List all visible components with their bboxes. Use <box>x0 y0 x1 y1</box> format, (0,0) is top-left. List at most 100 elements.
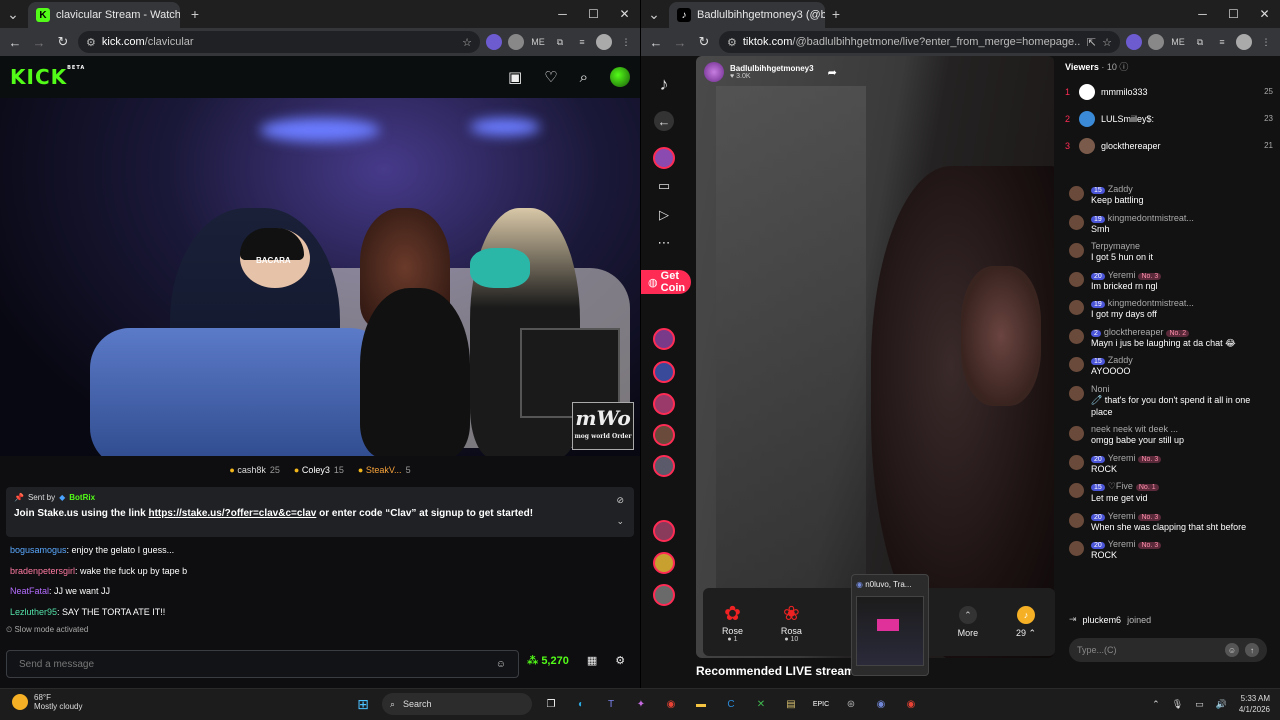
bookmark-star-icon[interactable]: ☆ <box>1102 36 1112 49</box>
avatar[interactable] <box>1069 541 1084 556</box>
comment-username[interactable]: Yeremi <box>1108 270 1136 280</box>
open-in-app-icon[interactable]: ⇱ <box>1087 36 1096 49</box>
copilot-icon[interactable]: ✦ <box>630 693 652 715</box>
app-c-icon[interactable]: C <box>720 693 742 715</box>
following-icon[interactable]: ▣ <box>508 68 522 86</box>
minimize-icon[interactable]: ─ <box>547 0 578 28</box>
expand-chevron-icon[interactable]: ⌄ <box>616 516 624 527</box>
minimize-icon[interactable]: ─ <box>1187 0 1218 28</box>
network-icon[interactable]: ▭ <box>1195 699 1204 710</box>
file-explorer-icon[interactable]: ▬ <box>690 693 712 715</box>
reload-icon[interactable]: ↻ <box>695 33 713 51</box>
comment-username[interactable]: Terpymayne <box>1091 241 1140 251</box>
teams-icon[interactable]: T <box>600 693 622 715</box>
app-icon[interactable]: ▤ <box>780 693 802 715</box>
new-tab-icon[interactable]: + <box>186 5 204 23</box>
play-icon[interactable]: ▷ <box>654 205 674 225</box>
avatar[interactable] <box>1069 186 1084 201</box>
task-view-icon[interactable]: ❐ <box>540 693 562 715</box>
discord-icon[interactable]: ◉ <box>870 693 892 715</box>
gift-icon[interactable]: ▦ <box>587 654 597 667</box>
comment-username[interactable]: Noni <box>1091 384 1110 394</box>
comment-username[interactable]: Yeremi <box>1108 453 1136 463</box>
site-info-icon[interactable]: ⚙ <box>727 36 737 49</box>
new-tab-icon[interactable]: + <box>827 5 845 23</box>
extensions-puzzle-icon[interactable]: ⧉ <box>552 34 568 50</box>
comment-username[interactable]: Zaddy <box>1108 184 1133 194</box>
volume-icon[interactable]: 🔊 <box>1216 699 1227 710</box>
reload-icon[interactable]: ↻ <box>54 33 72 51</box>
tray-chevron-icon[interactable]: ⌃ <box>1152 699 1160 710</box>
extension-icon[interactable] <box>486 34 502 50</box>
profile-avatar[interactable] <box>596 34 612 50</box>
tab-search-icon[interactable]: ⌄ <box>645 5 663 23</box>
avatar[interactable] <box>1069 300 1084 315</box>
avatar[interactable] <box>1069 454 1084 470</box>
clock[interactable]: 5:33 AM 4/1/2026 <box>1239 693 1270 715</box>
site-info-icon[interactable]: ⚙ <box>86 36 96 49</box>
kick-logo[interactable]: KICKBETA <box>10 65 85 89</box>
comment-username[interactable]: kingmedontmistreat... <box>1108 213 1194 223</box>
comment-username[interactable]: glockthereaper <box>1104 327 1164 337</box>
live-video[interactable]: Badlulbihhgetmoney3 ♥ 3.0K ➦ <box>696 56 1054 658</box>
collapse-arrow-icon[interactable]: ← <box>654 111 674 131</box>
profile-avatar[interactable] <box>1236 34 1252 50</box>
xbox-icon[interactable]: ✕ <box>750 693 772 715</box>
pinned-sender[interactable]: BotRix <box>69 493 95 502</box>
edge-icon[interactable]: ◐ <box>570 693 592 715</box>
url-field[interactable]: ⚙ kick.com/clavicular ☆ <box>78 31 480 53</box>
chat-username[interactable]: bradenpetersgirl <box>10 566 75 576</box>
stream-video[interactable]: BACARA mWo mog world Order <box>0 98 640 456</box>
avatar[interactable] <box>1069 512 1084 528</box>
host-avatar[interactable] <box>704 62 724 82</box>
avatar[interactable] <box>1069 214 1084 230</box>
extension-icon[interactable] <box>1148 34 1164 50</box>
chat-input[interactable]: Send a message ☺ <box>6 650 519 678</box>
close-window-icon[interactable]: ✕ <box>609 0 640 28</box>
start-windows-icon[interactable]: ⊞ <box>352 693 374 715</box>
chrome-icon[interactable]: ◉ <box>660 693 682 715</box>
live-avatar[interactable] <box>653 393 675 415</box>
discord-preview-popup[interactable]: ◉ n0luvo, Tra... <box>851 574 929 676</box>
live-avatar[interactable] <box>653 520 675 542</box>
search-icon[interactable]: ⌕ <box>580 69 588 86</box>
avatar[interactable] <box>1069 483 1084 498</box>
info-icon[interactable]: ⓘ <box>1119 62 1128 72</box>
host-name[interactable]: Badlulbihhgetmoney3 <box>730 64 814 73</box>
chat-username[interactable]: bogusamogus <box>10 545 67 555</box>
more-dots-icon[interactable]: ⋯ <box>654 233 674 253</box>
user-avatar[interactable] <box>610 67 630 87</box>
gift-rose[interactable]: ✿ Rose ● 1 <box>722 601 743 643</box>
extension-icon[interactable]: ME <box>1170 34 1186 50</box>
maximize-icon[interactable]: ☐ <box>578 0 609 28</box>
more-gifts-button[interactable]: ⌃ More <box>958 606 978 638</box>
comment-username[interactable]: Yeremi <box>1108 511 1136 521</box>
top-viewer-row[interactable]: 3 glockthereaper 21 <box>1065 132 1273 159</box>
extension-icon[interactable] <box>508 34 524 50</box>
avatar[interactable] <box>1069 243 1084 258</box>
comment-username[interactable]: neek neek wit deek ... <box>1091 424 1178 434</box>
avatar[interactable] <box>1069 357 1084 372</box>
leader-item[interactable]: ● Coley3 15 <box>294 465 344 475</box>
extension-icon[interactable] <box>1126 34 1142 50</box>
menu-kebab-icon[interactable]: ⋮ <box>1258 34 1274 50</box>
chat-username[interactable]: Lezluther95 <box>10 607 57 617</box>
chat-username[interactable]: NeatFatal <box>10 586 49 596</box>
comment-input[interactable]: Type...(C) ☺ ↑ <box>1069 638 1267 662</box>
send-icon[interactable]: ↑ <box>1245 643 1259 657</box>
live-avatar[interactable] <box>653 424 675 446</box>
weather-widget[interactable]: 68°F Mostly cloudy <box>12 693 82 711</box>
coin-balance[interactable]: ♪ 29 ⌃ <box>1016 605 1036 639</box>
top-viewer-row[interactable]: 1 mmmilo333 25 <box>1065 78 1273 105</box>
gift-rosa[interactable]: ❀ Rosa ● 10 <box>781 601 802 643</box>
url-field[interactable]: ⚙ tiktok.com/@badlulbihhgetmone/live?ent… <box>719 31 1120 53</box>
back-icon[interactable]: ← <box>6 33 24 51</box>
close-window-icon[interactable]: ✕ <box>1249 0 1280 28</box>
media-icon[interactable]: ≡ <box>574 34 590 50</box>
window-thumbnail[interactable] <box>856 596 924 666</box>
maximize-icon[interactable]: ☐ <box>1218 0 1249 28</box>
joined-username[interactable]: pluckem6 <box>1083 615 1122 625</box>
tab-tiktok[interactable]: ♪ Badlulbihhgetmoney3 (@ba 🔊 ✕ <box>669 2 825 28</box>
tab-kick[interactable]: K clavicular Stream - Watch Live o ✕ <box>28 2 180 28</box>
extensions-puzzle-icon[interactable]: ⧉ <box>1192 34 1208 50</box>
